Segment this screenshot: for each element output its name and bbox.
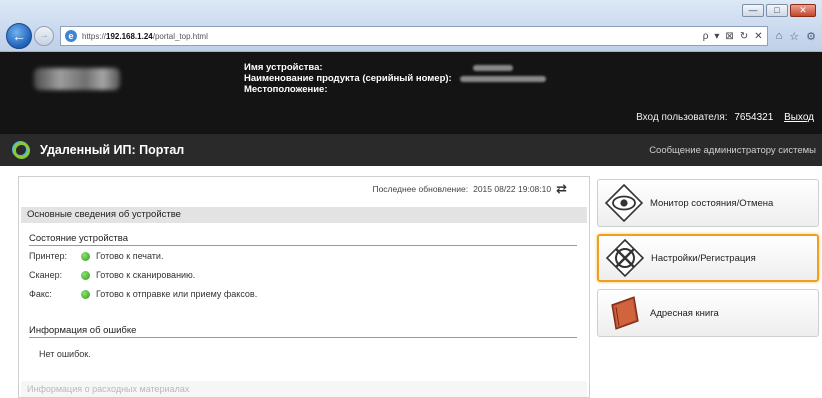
- status-label: Сканер:: [29, 270, 63, 280]
- url-path: /portal_top.html: [152, 31, 208, 41]
- logout-link[interactable]: Выход: [784, 112, 814, 123]
- status-text: Готово к сканированию.: [96, 270, 196, 280]
- eye-icon: [604, 183, 644, 223]
- login-info: Вход пользователя: 7654321 Выход: [636, 112, 814, 123]
- menu-item-label: Настройки/Регистрация: [651, 252, 756, 264]
- admin-message-link[interactable]: Сообщение администратору системы: [649, 145, 816, 156]
- url-host: 192.168.1.24: [106, 31, 153, 41]
- status-text: Готово к печати.: [96, 251, 164, 261]
- menu-item-label: Адресная книга: [650, 307, 719, 319]
- settings-registration-button[interactable]: Настройки/Регистрация: [597, 234, 819, 282]
- address-book-icon: [611, 296, 639, 330]
- status-row-fax: Факс: Готово к отправке или приему факсо…: [29, 289, 257, 299]
- gear-icon[interactable]: ⚙: [806, 30, 816, 43]
- address-tools: ρ ▾ ⊠ ↻ ✕: [703, 31, 763, 42]
- model-logo: [34, 68, 120, 90]
- window-controls: — □ ✕: [742, 4, 816, 17]
- browser-chrome: — □ ✕ ← → e https:// 192.168.1.24 /porta…: [0, 0, 822, 52]
- maximize-button[interactable]: □: [766, 4, 788, 17]
- product-name-value: [459, 75, 546, 82]
- status-label: Факс:: [29, 289, 52, 299]
- last-update-label: Последнее обновление:: [372, 184, 469, 194]
- address-book-button[interactable]: Адресная книга: [597, 289, 819, 337]
- device-header: Имя устройства: Наименование продукта (с…: [0, 52, 822, 134]
- menu-item-label: Монитор состояния/Отмена: [650, 197, 774, 209]
- ready-status-icon: [81, 251, 90, 261]
- refresh-icon[interactable]: ⇄: [556, 181, 567, 197]
- close-window-button[interactable]: ✕: [790, 4, 816, 17]
- settings-icon: [605, 238, 645, 278]
- url-prefix: https://: [82, 31, 107, 41]
- home-icon[interactable]: ⌂: [776, 30, 783, 43]
- favorites-icon[interactable]: ☆: [789, 30, 799, 43]
- status-row-printer: Принтер: Готово к печати.: [29, 251, 163, 261]
- status-text: Готово к отправке или приему факсов.: [96, 289, 258, 299]
- ready-status-icon: [81, 270, 90, 280]
- page-title: Удаленный ИП: Портал: [40, 143, 185, 157]
- stop-icon[interactable]: ✕: [754, 31, 762, 42]
- status-monitor-button[interactable]: Монитор состояния/Отмена: [597, 179, 819, 227]
- status-title: Состояние устройства: [29, 233, 577, 246]
- minimize-button[interactable]: —: [742, 4, 764, 17]
- status-label: Принтер:: [29, 251, 68, 261]
- ie-icon: e: [65, 30, 77, 42]
- device-name-label: Имя устройства:: [244, 62, 323, 73]
- toolbar-icons: ⌂ ☆ ⚙: [776, 30, 816, 43]
- ready-status-icon: [81, 289, 90, 299]
- status-row-scanner: Сканер: Готово к сканированию.: [29, 270, 195, 280]
- dropdown-icon[interactable]: ▾: [714, 31, 719, 42]
- device-info: Имя устройства: Наименование продукта (с…: [244, 62, 546, 95]
- consumables-title: Информация о расходных материалах: [21, 381, 587, 397]
- error-text: Нет ошибок.: [39, 349, 91, 359]
- navigation-bar: ← → e https:// 192.168.1.24 /portal_top.…: [6, 23, 816, 49]
- remote-ui-logo-icon: [12, 141, 30, 159]
- last-update: Последнее обновление: 2015 08/22 19:08:1…: [372, 181, 567, 197]
- location-label: Местоположение:: [244, 84, 328, 95]
- title-bar: Удаленный ИП: Портал Сообщение администр…: [0, 134, 822, 166]
- product-name-label: Наименование продукта (серийный номер):: [244, 73, 452, 84]
- last-update-value: 2015 08/22 19:08:10: [473, 184, 552, 194]
- search-icon[interactable]: ρ: [703, 31, 709, 42]
- login-id: 7654321: [734, 112, 774, 123]
- error-info-title: Информация об ошибке: [29, 325, 577, 338]
- address-bar[interactable]: e https:// 192.168.1.24 /portal_top.html…: [60, 26, 768, 46]
- section-title: Основные сведения об устройстве: [21, 207, 587, 223]
- login-label: Вход пользователя:: [636, 112, 728, 123]
- forward-button[interactable]: →: [34, 26, 54, 46]
- device-basic-info-panel: Последнее обновление: 2015 08/22 19:08:1…: [18, 176, 590, 398]
- back-button[interactable]: ←: [6, 23, 32, 49]
- device-name-value: [472, 64, 513, 71]
- refresh-page-icon[interactable]: ↻: [740, 31, 748, 42]
- certificate-icon[interactable]: ⊠: [725, 31, 733, 42]
